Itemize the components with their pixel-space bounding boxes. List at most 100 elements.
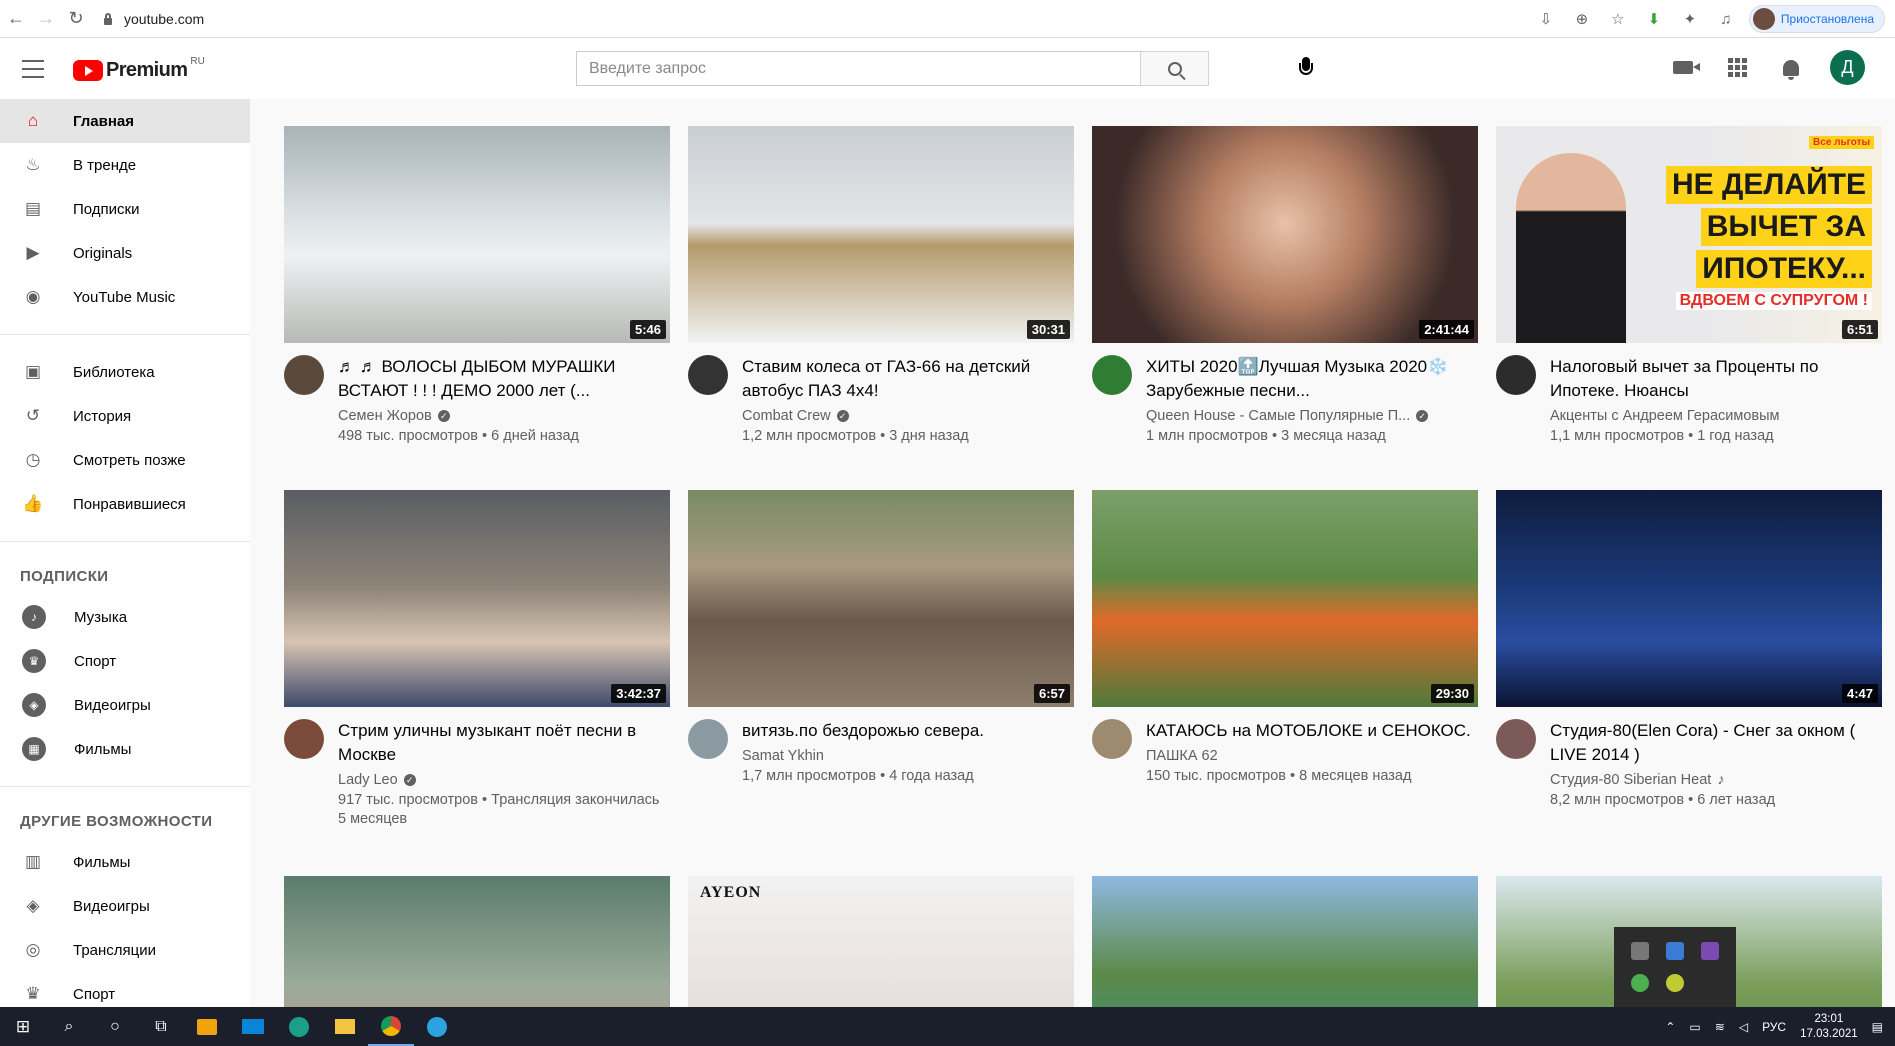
channel-name[interactable]: ПАШКА 62 [1146, 748, 1218, 764]
youtube-premium-logo[interactable]: Premium RU [73, 56, 205, 82]
video-title[interactable]: ХИТЫ 2020🔝Лучшая Музыка 2020❄️ Зарубежны… [1146, 355, 1478, 403]
apps-button[interactable] [1722, 53, 1752, 83]
reload-icon[interactable]: ↻ [62, 5, 90, 33]
search-button[interactable] [1140, 51, 1209, 86]
sidebar-item[interactable]: ◈ Видеоигры [0, 884, 250, 928]
video-thumbnail[interactable] [284, 876, 670, 1007]
channel-avatar[interactable] [1092, 355, 1132, 395]
sidebar-item[interactable]: ◈ Видеоигры [0, 683, 250, 727]
task-view-icon[interactable]: ⧉ [138, 1007, 184, 1046]
tray-app-icon[interactable] [1630, 974, 1649, 992]
create-video-button[interactable] [1668, 53, 1700, 83]
channel-name[interactable]: Samat Ykhin [742, 748, 824, 764]
sidebar-item[interactable]: ♛ Спорт [0, 639, 250, 683]
bookmark-star-icon[interactable]: ☆ [1605, 6, 1631, 32]
install-app-icon[interactable]: ⇩ [1533, 6, 1559, 32]
chrome-icon[interactable] [368, 1007, 414, 1046]
channel-name[interactable]: Combat Crew [742, 408, 831, 424]
video-card[interactable]: 5:46 ♬ ♬ ВОЛОСЫ ДЫБОМ МУРАШКИ ВСТАЮТ ! ! … [284, 126, 670, 446]
wifi-icon[interactable]: ≋ [1715, 1020, 1725, 1034]
video-card[interactable]: 6:57 витязь.по бездорожью севера. Samat Yk… [688, 490, 1074, 786]
search-icon[interactable]: ⌕ [46, 1007, 92, 1046]
notifications-button[interactable] [1776, 53, 1806, 83]
video-card[interactable]: 30:31 Ставим колеса от ГАЗ-66 на детский … [688, 126, 1074, 446]
video-title[interactable]: витязь.по бездорожью севера. [742, 719, 984, 743]
video-thumbnail[interactable] [1092, 876, 1478, 1007]
sidebar-item[interactable]: ▤ Подписки [0, 187, 250, 231]
video-thumbnail[interactable]: 30:31 [688, 126, 1074, 343]
video-title[interactable]: Ставим колеса от ГАЗ-66 на детский автоб… [742, 355, 1074, 403]
channel-avatar[interactable] [1496, 719, 1536, 759]
video-thumbnail[interactable]: 6:57 [688, 490, 1074, 707]
channel-avatar[interactable] [1496, 355, 1536, 395]
volume-icon[interactable]: ◁ [1739, 1020, 1748, 1034]
video-thumbnail[interactable]: 3:42:37 [284, 490, 670, 707]
sidebar-item[interactable]: ◎ Трансляции [0, 928, 250, 972]
input-language[interactable]: РУС [1762, 1020, 1786, 1034]
video-title[interactable]: Налоговый вычет за Проценты по Ипотеке. … [1550, 355, 1882, 403]
download-extension-icon[interactable]: ⬇ [1641, 6, 1667, 32]
sidebar-item[interactable]: ◷ Смотреть позже [0, 438, 250, 482]
video-thumbnail[interactable]: 6:51 НЕ ДЕЛАЙТЕ ВЫЧЕТ ЗА ИПОТЕКУ... ВДВОЕМ С… [1496, 126, 1882, 343]
tray-app-icon[interactable] [1665, 942, 1684, 960]
video-title[interactable]: Стрим уличны музыкант поёт песни в Москв… [338, 719, 670, 767]
video-card[interactable]: 3:42:37 Стрим уличны музыкант поёт песни … [284, 490, 670, 829]
channel-name[interactable]: Семен Жоров [338, 408, 432, 424]
voice-search-mic-icon[interactable] [1294, 55, 1320, 81]
sidebar-item[interactable]: 👍 Понравившиеся [0, 482, 250, 526]
channel-name[interactable]: Queen House - Самые Популярные П... [1146, 408, 1410, 424]
video-title[interactable]: Студия-80(Elen Cora) - Снег за окном ( L… [1550, 719, 1882, 767]
sidebar-item[interactable]: ↺ История [0, 394, 250, 438]
tray-overflow-chevron-icon[interactable]: ⌃ [1665, 1020, 1675, 1034]
tray-feather-icon[interactable] [1701, 942, 1720, 960]
sidebar-item[interactable]: ▥ Фильмы [0, 840, 250, 884]
video-card[interactable]: 4:47 Студия-80(Elen Cora) - Снег за окном… [1496, 490, 1882, 810]
channel-avatar[interactable] [1092, 719, 1132, 759]
sidebar-item[interactable]: ▦ Фильмы [0, 727, 250, 771]
edge-icon[interactable] [276, 1007, 322, 1046]
video-card[interactable]: 6:51 НЕ ДЕЛАЙТЕ ВЫЧЕТ ЗА ИПОТЕКУ... ВДВОЕМ С… [1496, 126, 1882, 446]
channel-avatar[interactable] [688, 355, 728, 395]
sidebar-item[interactable]: ◉ YouTube Music [0, 275, 250, 319]
tray-app-icon[interactable] [1665, 974, 1684, 992]
channel-avatar[interactable] [284, 355, 324, 395]
clock[interactable]: 23:01 17.03.2021 [1800, 1012, 1858, 1042]
tray-app-icon[interactable] [1630, 942, 1649, 960]
file-explorer-icon[interactable] [322, 1007, 368, 1046]
sidebar-item[interactable]: ♛ Спорт [0, 972, 250, 1007]
notification-center-icon[interactable]: ▤ [1872, 1020, 1883, 1034]
extensions-puzzle-icon[interactable]: ✦ [1677, 6, 1703, 32]
video-title[interactable]: КАТАЮСЬ на МОТОБЛОКЕ и СЕНОКОС. [1146, 719, 1471, 743]
telegram-icon[interactable] [414, 1007, 460, 1046]
video-card[interactable]: 29:30 КАТАЮСЬ на МОТОБЛОКЕ и СЕНОКОС. ПАШК… [1092, 490, 1478, 786]
video-thumbnail[interactable]: 29:30 [1092, 490, 1478, 707]
address-bar[interactable]: youtube.com [102, 5, 1522, 33]
menu-hamburger-icon[interactable] [22, 60, 44, 78]
search-input[interactable] [576, 51, 1140, 86]
cortana-icon[interactable]: ○ [92, 1007, 138, 1046]
sidebar-item[interactable]: ♪ Музыка [0, 595, 250, 639]
video-thumbnail[interactable]: 2:41:44 [1092, 126, 1478, 343]
video-title[interactable]: ♬ ♬ ВОЛОСЫ ДЫБОМ МУРАШКИ ВСТАЮТ ! ! ! ДЕ… [338, 355, 670, 403]
video-thumbnail[interactable]: 5:46 [284, 126, 670, 343]
sidebar-item[interactable]: ▣ Библиотека [0, 350, 250, 394]
store-icon[interactable] [184, 1007, 230, 1046]
account-avatar[interactable]: Д [1830, 50, 1865, 85]
battery-icon[interactable]: ▭ [1689, 1020, 1700, 1034]
video-thumbnail[interactable]: 4:47 [1496, 490, 1882, 707]
channel-avatar[interactable] [284, 719, 324, 759]
forward-icon[interactable]: → [32, 5, 60, 33]
channel-avatar[interactable] [688, 719, 728, 759]
windows-start-icon[interactable]: ⊞ [0, 1007, 46, 1046]
channel-name[interactable]: Студия-80 Siberian Heat [1550, 772, 1711, 788]
profile-button[interactable]: Приостановлена [1748, 5, 1885, 33]
video-card[interactable]: 2:41:44 ХИТЫ 2020🔝Лучшая Музыка 2020❄️ За… [1092, 126, 1478, 446]
back-icon[interactable]: ← [2, 5, 30, 33]
mail-icon[interactable] [230, 1007, 276, 1046]
channel-name[interactable]: Lady Leo [338, 772, 398, 788]
zoom-icon[interactable]: ⊕ [1569, 6, 1595, 32]
sidebar-item[interactable]: ▶ Originals [0, 231, 250, 275]
channel-name[interactable]: Акценты с Андреем Герасимовым [1550, 408, 1779, 424]
video-thumbnail[interactable]: AYEON [688, 876, 1074, 1007]
sidebar-item[interactable]: ⌂ Главная [0, 99, 250, 143]
